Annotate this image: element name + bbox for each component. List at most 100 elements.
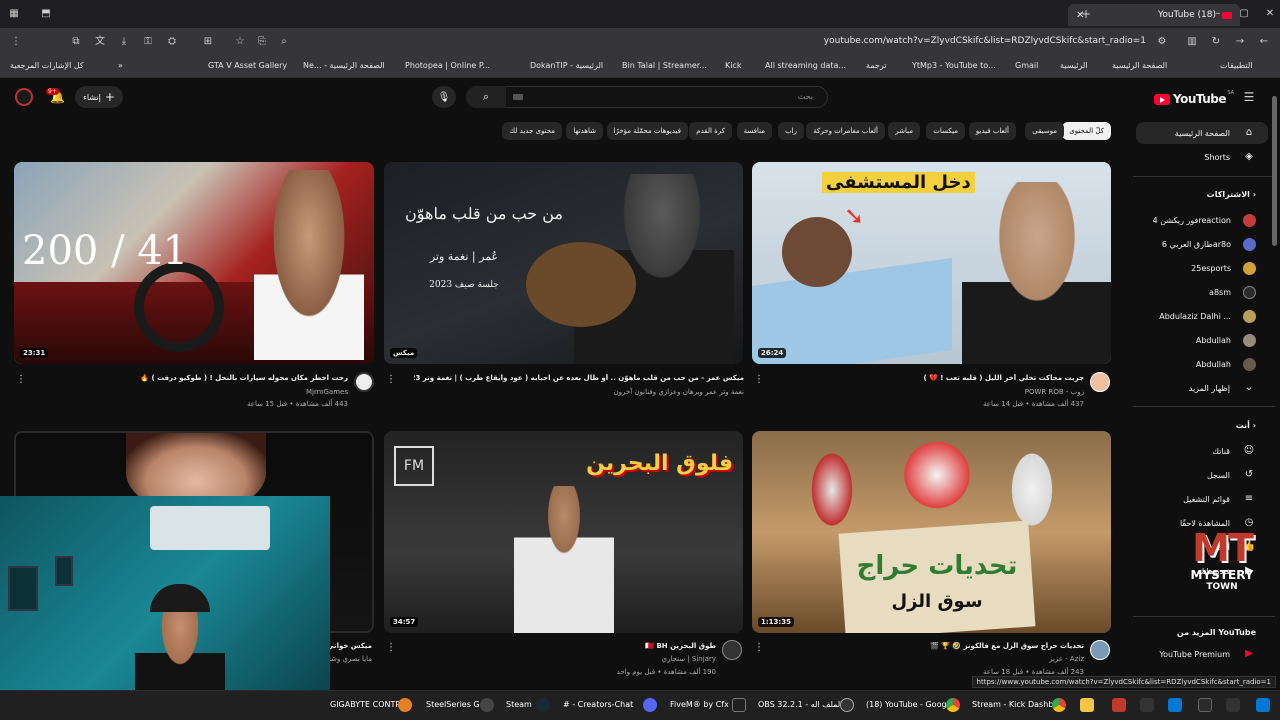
- video-title[interactable]: رحت اخطر مكان محوله سيارات بالنحل ! ( طو…: [18, 374, 348, 382]
- sidebar-show-more[interactable]: إظهار المزيد ⌄: [1128, 378, 1256, 398]
- bookmark-translate[interactable]: ترجمة: [866, 61, 887, 70]
- notifications-button[interactable]: 🔔 9+: [46, 88, 65, 104]
- epic-games-icon[interactable]: [1140, 698, 1154, 712]
- chip-video-games[interactable]: ألعاب فيديو: [968, 122, 1016, 140]
- bookmark-photopea[interactable]: Photopea | Online P...: [405, 61, 490, 70]
- sidebar-playlists[interactable]: قوائم التشغيل ≡: [1128, 489, 1256, 509]
- taskbar-kick[interactable]: Stream - Kick Dashb: [972, 700, 1053, 709]
- sidebar-sub-25esports[interactable]: 25esports: [1128, 258, 1256, 278]
- extensions-icon[interactable]: ⊞: [202, 36, 214, 48]
- reader-icon[interactable]: ▥: [1186, 36, 1198, 48]
- puzzle-icon[interactable]: ⛭: [166, 36, 178, 48]
- key-icon[interactable]: ⚿: [142, 36, 154, 48]
- download-icon[interactable]: ⤓: [118, 36, 130, 48]
- account-avatar[interactable]: [15, 88, 33, 106]
- bookmark-home2[interactable]: الصفحة الرئيسية: [1112, 61, 1167, 70]
- video-thumbnail-drift[interactable]: 200 / 41 23:31: [14, 162, 374, 364]
- more-menu-icon[interactable]: ⋮: [10, 36, 22, 48]
- bookmarks-overflow-icon[interactable]: »: [118, 61, 123, 70]
- channel-avatar[interactable]: [1090, 640, 1110, 660]
- more-actions-icon[interactable]: ⋮: [16, 374, 26, 385]
- taskbar-obs[interactable]: OBS 32.2.1 - الملف اله: [758, 700, 842, 709]
- video-title[interactable]: طوق البحرين 🇧🇭 BH: [416, 642, 716, 650]
- chip-rap[interactable]: راب: [778, 122, 804, 140]
- subscriptions-header[interactable]: الاشتراكات ›: [1207, 190, 1256, 199]
- windows-start-icon[interactable]: [1256, 698, 1270, 712]
- channel-avatar[interactable]: [1090, 372, 1110, 392]
- video-title[interactable]: ميكس عمر - من حب من قلب ماهوّن .. أو طال…: [414, 374, 744, 382]
- chip-mixes[interactable]: ميكسات: [926, 122, 965, 140]
- video-thumbnail-bahrain[interactable]: FM فلوق البحرين 34:57: [384, 431, 743, 633]
- sidebar-premium[interactable]: YouTube Premium ▶: [1128, 644, 1256, 664]
- bookmark-apps[interactable]: التطبيقات: [1220, 61, 1252, 70]
- chip-all[interactable]: كلّ المحتوى: [1062, 122, 1111, 140]
- taskbar-discord[interactable]: # - Creators-Chat: [563, 700, 633, 709]
- bookmark-star-icon[interactable]: ☆: [234, 36, 246, 48]
- bookmark-ne[interactable]: Ne... - الصفحة الرئيسية: [303, 61, 385, 70]
- sidebar-sub-4reaction[interactable]: فور ريكشن 4reaction: [1128, 210, 1256, 230]
- video-title[interactable]: تحديات حراج سوق الزل مع فالكونز 🤣 🏆 🎬: [784, 642, 1084, 650]
- reload-icon[interactable]: ↻: [1210, 36, 1222, 48]
- sidebar-item-shorts[interactable]: Shorts ◈: [1128, 147, 1256, 167]
- bookmark-gmail[interactable]: Gmail: [1015, 61, 1038, 70]
- url-field[interactable]: youtube.com/watch?v=ZlyvdCSkifc&list=RDZ…: [824, 36, 1146, 46]
- create-button[interactable]: إنشاء +: [75, 86, 123, 108]
- chip-watched[interactable]: شاهدتها: [566, 122, 603, 140]
- chip-live[interactable]: مباشر: [888, 122, 920, 140]
- search-button[interactable]: ⌕: [466, 86, 506, 108]
- you-header[interactable]: أنت ›: [1236, 421, 1256, 430]
- channel-name[interactable]: نغمة وتر عمر وبرهان وعزازي وفنانون آخرون: [614, 388, 744, 396]
- bookmark-bintalal[interactable]: Bin Talal | Streamer...: [622, 61, 707, 70]
- bookmark-kick[interactable]: Kick: [725, 61, 742, 70]
- zoom-icon[interactable]: ⌕: [278, 36, 290, 48]
- voice-search-button[interactable]: 🎙: [432, 86, 456, 108]
- more-actions-icon[interactable]: ⋮: [754, 374, 764, 385]
- chip-competition[interactable]: منافسة: [736, 122, 772, 140]
- more-actions-icon[interactable]: ⋮: [386, 642, 396, 653]
- taskbar-steam[interactable]: Steam: [506, 700, 532, 709]
- outlook-icon[interactable]: [1168, 698, 1182, 712]
- more-actions-icon[interactable]: ⋮: [386, 374, 396, 385]
- guide-menu-icon[interactable]: ☰: [1243, 91, 1255, 103]
- youtube-logo[interactable]: YouTube SA: [1153, 90, 1234, 106]
- video-title[interactable]: جربت محاكت تخلي أخر الليل ( قلبه تعب ! 💔…: [754, 374, 1084, 382]
- channel-name[interactable]: MjrmGames: [306, 388, 348, 396]
- sidebar-item-home[interactable]: الصفحة الرئيسية ⌂: [1136, 122, 1268, 144]
- sidebar-sub-abdullah-2[interactable]: Abdullah: [1128, 354, 1256, 374]
- forward-icon[interactable]: →: [1234, 36, 1246, 48]
- sidebar-history[interactable]: السجل ↺: [1128, 465, 1256, 485]
- window-minimize-icon[interactable]: –: [1212, 8, 1224, 20]
- channel-name[interactable]: Sinjary | سنجاري: [662, 655, 716, 663]
- sidebar-scrollbar[interactable]: [1272, 96, 1277, 246]
- channel-avatar[interactable]: [354, 372, 374, 392]
- video-thumbnail-haraj[interactable]: تحديات حراج سوق الزل 1:13:35: [752, 431, 1111, 633]
- app-icon-dark[interactable]: [1226, 698, 1240, 712]
- chip-action-adventure[interactable]: ألعاب مغامرات وحركة: [806, 122, 885, 140]
- channel-name[interactable]: Aziz - عزيز: [1049, 655, 1084, 663]
- extension-icon[interactable]: ⧉: [70, 36, 82, 48]
- app-icon-red[interactable]: [1112, 698, 1126, 712]
- channel-name[interactable]: زوب - POWR ROB: [1025, 388, 1084, 396]
- bookmark-streaming[interactable]: All streaming data...: [765, 61, 846, 70]
- sidebar-sub-abdullah-1[interactable]: Abdullah: [1128, 330, 1256, 350]
- bookmark-all[interactable]: كل الإشارات المرجعية: [10, 61, 84, 70]
- sidebar-sub-abdulaziz[interactable]: Abdulaziz Dalhi ...: [1128, 306, 1256, 326]
- channel-avatar[interactable]: [722, 640, 742, 660]
- taskbar-fivem[interactable]: FiveM® by Cfx: [670, 700, 729, 709]
- bookmark-home1[interactable]: الرئيسية: [1060, 61, 1088, 70]
- search-input[interactable]: بحث: [466, 86, 828, 108]
- bookmark-dokantip[interactable]: DokanTIP - الرئيسية: [530, 61, 603, 70]
- new-tab-icon[interactable]: +: [1080, 8, 1092, 20]
- bookmark-gta[interactable]: GTA V Asset Gallery: [208, 61, 287, 70]
- calculator-icon[interactable]: [1198, 698, 1212, 712]
- bookmark-ytmp3[interactable]: YtMp3 - YouTube to...: [912, 61, 996, 70]
- site-info-icon[interactable]: ⚙: [1156, 36, 1168, 48]
- translate-icon[interactable]: 文: [94, 36, 106, 48]
- taskbar-chrome-youtube[interactable]: (18) YouTube - Goog: [866, 700, 947, 709]
- video-thumbnail-oud[interactable]: من حب من قلب ماهوّن عُمر | نغمة وتر جلسة…: [384, 162, 743, 364]
- tab-search-icon[interactable]: ⬒: [40, 8, 52, 20]
- sidebar-your-channel[interactable]: قناتك ☺: [1128, 441, 1256, 461]
- more-actions-icon[interactable]: ⋮: [754, 642, 764, 653]
- chip-new-to-you[interactable]: محتوى جديد لك: [502, 122, 562, 140]
- sidebar-sub-a8sm[interactable]: a8sm: [1128, 282, 1256, 302]
